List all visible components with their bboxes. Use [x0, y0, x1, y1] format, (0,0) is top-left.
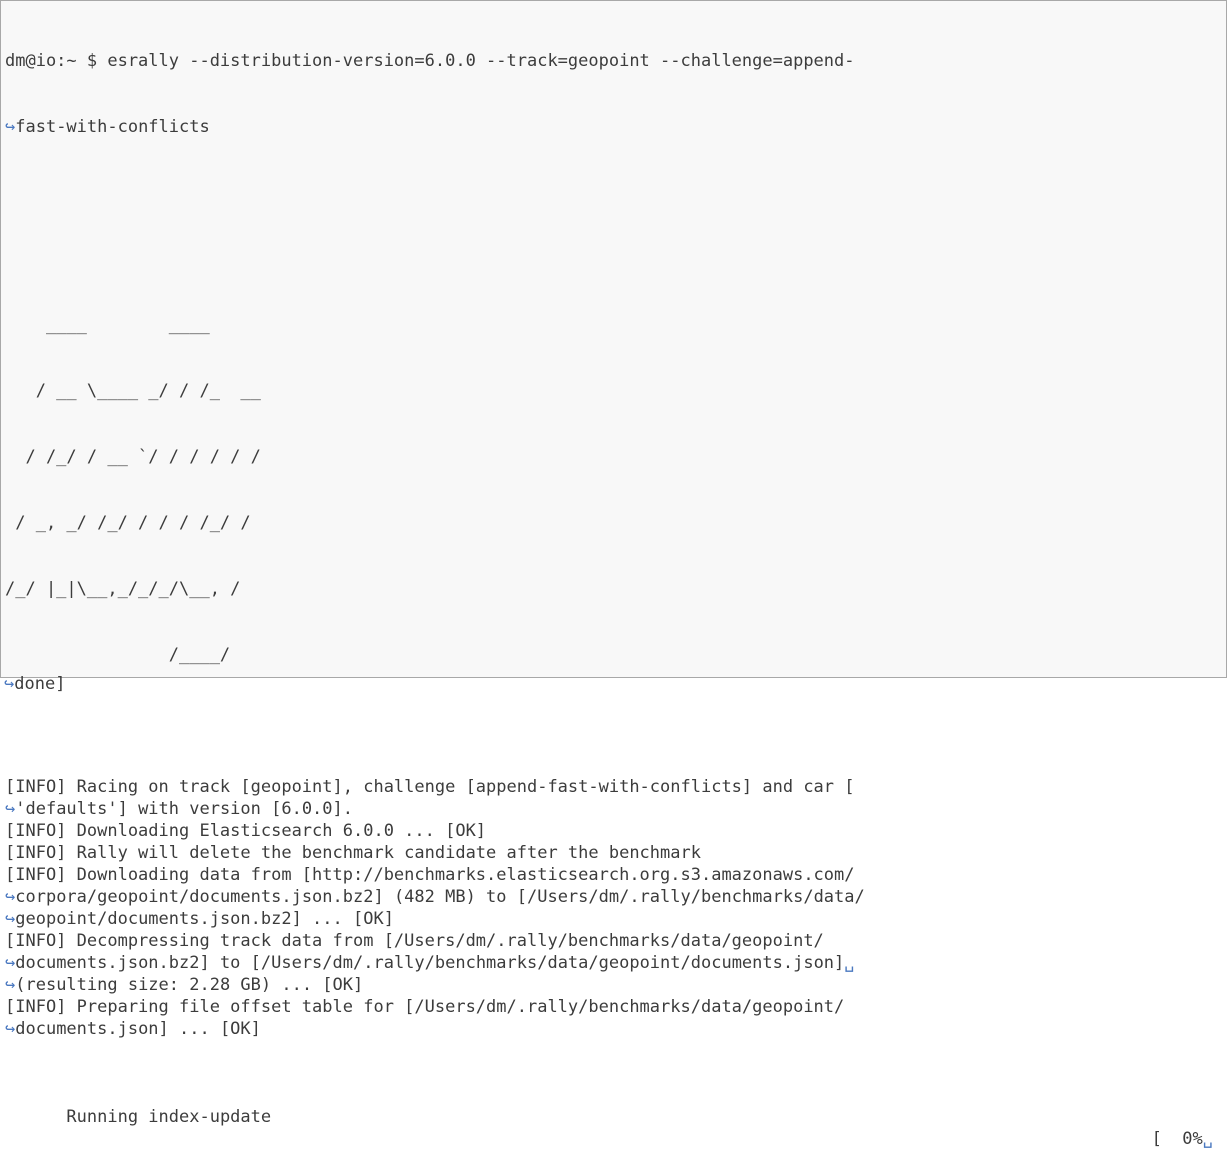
command-line: dm@io:~ $ esrally --distribution-version… [5, 50, 1219, 72]
log-text: [INFO] Racing on track [geopoint], chall… [5, 777, 855, 797]
progress-continuation: ↪done] [4, 673, 65, 695]
log-line: ↪(resulting size: 2.28 GB) ... [OK] [5, 974, 1219, 996]
logo-line: / /_/ / __ `/ / / / / / [5, 447, 261, 467]
log-line: ↪corpora/geopoint/documents.json.bz2] (4… [5, 886, 1219, 908]
log-line: [INFO] Preparing file offset table for [… [5, 996, 1219, 1018]
progress-line: Running index-update [ 0%␣ [5, 1084, 1219, 1149]
log-text: corpora/geopoint/documents.json.bz2] (48… [15, 887, 865, 907]
log-text: documents.json.bz2] to [/Users/dm/.rally… [15, 953, 845, 973]
logo-line: /____/ [5, 645, 231, 665]
progress-percent: [ 0%␣ [1152, 1128, 1213, 1150]
command-text: dm@io:~ $ esrally --distribution-version… [5, 51, 855, 71]
command-line-continued: ↪fast-with-conflicts [5, 116, 1219, 138]
log-text: [INFO] Downloading data from [http://ben… [5, 865, 855, 885]
line-wrap-icon: ↪ [5, 909, 16, 929]
log-line: [INFO] Downloading data from [http://ben… [5, 864, 1219, 886]
logo-line: ____ ____ [5, 315, 210, 335]
line-wrap-icon: ↪ [5, 887, 16, 907]
logo-line: /_/ |_|\__,_/_/_/\__, / [5, 579, 241, 599]
log-line: [INFO] Rally will delete the benchmark c… [5, 842, 1219, 864]
line-wrap-icon: ↪ [5, 953, 16, 973]
log-line: [INFO] Downloading Elasticsearch 6.0.0 .… [5, 820, 1219, 842]
log-line: ↪documents.json] ... [OK] [5, 1018, 1219, 1040]
line-wrap-icon: ↪ [5, 975, 16, 995]
progress-label: Running index-update [66, 1107, 272, 1127]
log-text: [INFO] Preparing file offset table for [… [5, 997, 845, 1017]
line-continue-icon: ␣ [1202, 1129, 1213, 1149]
log-line: [INFO] Decompressing track data from [/U… [5, 930, 1219, 952]
progress-percent-text: [ 0% [1151, 1129, 1203, 1149]
logo-line: / __ \____ _/ / /_ __ [5, 381, 261, 401]
log-text: geopoint/documents.json.bz2] ... [OK] [15, 909, 394, 929]
line-wrap-icon: ↪ [4, 674, 15, 694]
log-text: [INFO] Rally will delete the benchmark c… [5, 843, 701, 863]
log-text: [INFO] Downloading Elasticsearch 6.0.0 .… [5, 821, 487, 841]
line-wrap-icon: ↪ [5, 799, 16, 819]
command-text-continued: fast-with-conflicts [15, 117, 210, 137]
progress-continuation-text: done] [14, 674, 66, 694]
line-continue-icon: ␣ [844, 953, 855, 973]
log-text: 'defaults'] with version [6.0.0]. [15, 799, 354, 819]
logo-line: / _, _/ /_/ / / / /_/ / [5, 513, 251, 533]
log-line: [INFO] Racing on track [geopoint], chall… [5, 776, 1219, 798]
line-wrap-icon: ↪ [5, 117, 16, 137]
log-text: documents.json] ... [OK] [15, 1019, 261, 1039]
terminal-output: dm@io:~ $ esrally --distribution-version… [1, 1, 1219, 1150]
line-wrap-icon: ↪ [5, 1019, 16, 1039]
log-text: [INFO] Decompressing track data from [/U… [5, 931, 824, 951]
log-text: (resulting size: 2.28 GB) ... [OK] [15, 975, 364, 995]
terminal-code-block: dm@io:~ $ esrally --distribution-version… [0, 0, 1227, 1149]
log-output: [INFO] Racing on track [geopoint], chall… [5, 776, 1219, 1040]
log-line: ↪documents.json.bz2] to [/Users/dm/.rall… [5, 952, 1219, 974]
log-line: ↪'defaults'] with version [6.0.0]. [5, 798, 1219, 820]
log-line: ↪geopoint/documents.json.bz2] ... [OK] [5, 908, 1219, 930]
